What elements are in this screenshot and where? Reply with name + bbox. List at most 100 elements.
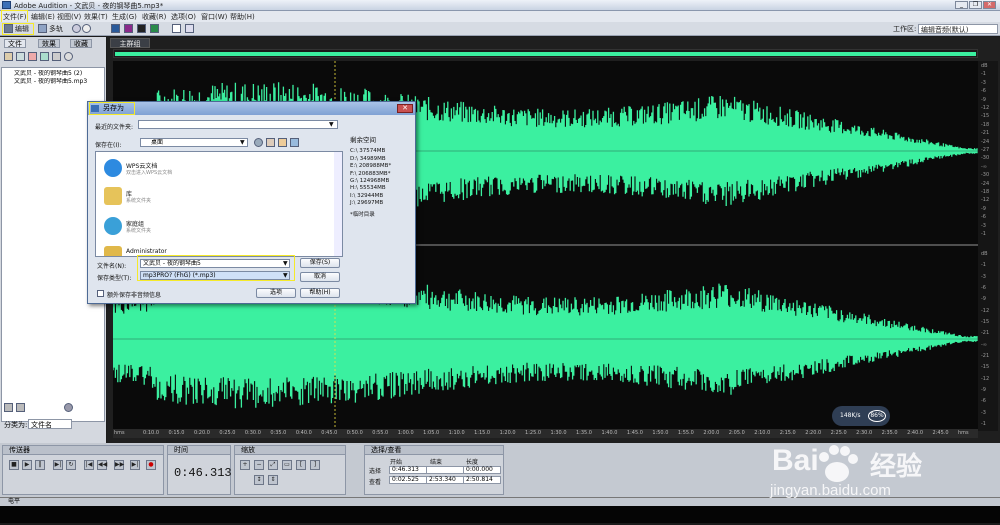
time-selection-tool-icon[interactable]	[172, 24, 181, 33]
pause-button[interactable]: ‖	[35, 460, 45, 470]
zoom-left-edge-button[interactable]: [	[296, 460, 306, 470]
file-item[interactable]: 文武贝 - 夜的钢琴曲5 (2)	[2, 70, 104, 78]
save-button[interactable]: 保存(S)	[300, 258, 340, 268]
zoom-title: 缩放	[235, 446, 345, 455]
ruler-tick-label: 1:25.0	[525, 430, 542, 436]
db-tick-label: -21	[981, 353, 990, 359]
multitrack-icon[interactable]	[38, 24, 47, 33]
restore-button[interactable]: ❐	[969, 1, 982, 9]
tab-files[interactable]: 文件	[4, 39, 26, 48]
ruler-tick-label: 0:45.0	[321, 430, 338, 436]
play-button[interactable]: ▶	[22, 460, 32, 470]
title-bar: Adobe Audition - 文武贝 - 夜的钢琴曲5.mp3* _ ❐ ✕	[0, 0, 1000, 11]
overview-bar[interactable]	[113, 49, 978, 58]
zoom-in-vertical-button[interactable]: ↕	[254, 475, 264, 485]
select-end-field[interactable]	[426, 466, 464, 474]
menu-window[interactable]: 窗口(W)	[201, 12, 227, 22]
spectral-icon-1[interactable]	[111, 24, 120, 33]
multitrack-button[interactable]: 多轨	[49, 24, 63, 34]
minimize-button[interactable]: _	[955, 1, 968, 9]
file-browser-list[interactable]: WPS云文档 双击进入WPS云文档 库 系统文件夹 家庭组 系统文件夹 Admi…	[95, 151, 343, 257]
drive-entry: C:\ 37574MB	[350, 148, 386, 155]
menu-help[interactable]: 帮助(H)	[230, 12, 255, 22]
close-file-icon[interactable]	[28, 52, 37, 61]
rewind-button[interactable]: ◀◀	[97, 460, 107, 470]
ruler-tick-label: 1:45.0	[626, 430, 643, 436]
options-button[interactable]: 选项	[256, 288, 296, 298]
spectral-icon-2[interactable]	[124, 24, 133, 33]
play-icon[interactable]	[4, 403, 13, 412]
spectral-icon-3[interactable]	[137, 24, 146, 33]
workspace-select[interactable]: 编辑音频(默认)	[918, 24, 998, 34]
back-icon[interactable]	[254, 138, 263, 147]
stop-button[interactable]: ■	[9, 460, 19, 470]
help-button[interactable]: 帮助(H)	[300, 288, 340, 298]
db-tick-label: -12	[981, 105, 990, 111]
zoom-out-vertical-button[interactable]: ⇕	[268, 475, 278, 485]
db-tick-label: -30	[981, 172, 990, 179]
recent-folders-select[interactable]	[138, 120, 338, 129]
save-in-select[interactable]: 桌面	[140, 138, 248, 147]
new-folder-icon[interactable]	[278, 138, 287, 147]
drive-entry: F:\ 206883MB*	[350, 170, 391, 177]
cd-project-icon[interactable]	[82, 24, 91, 33]
spectral-icon-4[interactable]	[150, 24, 159, 33]
list-scrollbar[interactable]	[334, 152, 342, 256]
view-menu-icon[interactable]	[290, 138, 299, 147]
db-tick-label: -18	[981, 121, 990, 128]
free-space-title: 剩余空间	[350, 136, 376, 144]
close-button[interactable]: ✕	[983, 1, 996, 9]
sort-select[interactable]: 文件名	[28, 419, 72, 429]
up-folder-icon[interactable]	[266, 138, 275, 147]
record-button[interactable]: ●	[146, 460, 156, 470]
zoom-in-horizontal-button[interactable]: +	[240, 460, 250, 470]
dialog-close-button[interactable]: ✕	[397, 104, 413, 113]
overview-range[interactable]	[115, 52, 976, 56]
tab-favorites[interactable]: 收藏	[70, 39, 92, 48]
hybrid-tool-icon[interactable]	[185, 24, 194, 33]
drive-entry: J:\ 29697MB	[350, 200, 384, 207]
zoom-out-horizontal-button[interactable]: −	[254, 460, 264, 470]
extra-data-checkbox-label[interactable]: 额外保存非音频信息	[107, 290, 161, 299]
zoom-right-edge-button[interactable]: ]	[310, 460, 320, 470]
cd-icon[interactable]	[72, 24, 81, 33]
select-length-field[interactable]: 0:00.000	[463, 466, 501, 474]
checkbox-icon[interactable]	[97, 290, 104, 297]
menu-options[interactable]: 选项(O)	[171, 12, 196, 22]
workspace-label: 工作区:	[893, 25, 917, 33]
autoplay-icon[interactable]	[64, 52, 73, 61]
zoom-to-selection-button[interactable]: ▭	[282, 460, 292, 470]
menu-favorites[interactable]: 收藏(R)	[142, 12, 166, 22]
zoom-out-full-button[interactable]: ⤢	[268, 460, 278, 470]
import-icon[interactable]	[16, 52, 25, 61]
play-loop-button[interactable]: ↻	[66, 460, 76, 470]
open-file-icon[interactable]	[4, 52, 13, 61]
library-folder-icon	[104, 187, 122, 205]
insert-icon[interactable]	[40, 52, 49, 61]
play-file-icon[interactable]	[52, 52, 61, 61]
db-tick-label: -18	[981, 189, 990, 195]
view-start-field[interactable]: 0:02.525	[389, 476, 427, 484]
filetype-label: 保存类型(T):	[97, 275, 132, 282]
file-item[interactable]: 文武贝 - 夜的钢琴曲5.mp3	[2, 78, 104, 86]
cancel-button[interactable]: 取消	[300, 272, 340, 282]
go-end-button[interactable]: ▶|	[130, 460, 140, 470]
ruler-tick-label: 0:10.0	[143, 430, 159, 436]
menu-edit[interactable]: 编辑(E)	[31, 12, 55, 22]
menu-view[interactable]: 视图(V)	[57, 12, 81, 22]
menu-generate[interactable]: 生成(G)	[112, 12, 137, 22]
forward-button[interactable]: ▶▶	[114, 460, 124, 470]
play-to-end-button[interactable]: ▶|	[53, 460, 63, 470]
col-start-label: 开始	[390, 459, 403, 466]
tab-effects[interactable]: 效果	[38, 39, 60, 48]
select-start-field[interactable]: 0:46.313	[389, 466, 427, 474]
tab-main-group[interactable]: 主群组	[110, 38, 150, 48]
go-start-button[interactable]: |◀	[84, 460, 94, 470]
view-length-field[interactable]: 2:50.814	[463, 476, 501, 484]
volume-icon[interactable]	[64, 403, 73, 412]
menu-effects[interactable]: 效果(T)	[84, 12, 108, 22]
baidu-watermark: Bai 经验 jingyan.baidu.com	[770, 430, 1000, 525]
loop-icon[interactable]	[16, 403, 25, 412]
view-end-field[interactable]: 2:53.340	[426, 476, 464, 484]
ruler-tick-label: 1:55.0	[677, 430, 694, 436]
